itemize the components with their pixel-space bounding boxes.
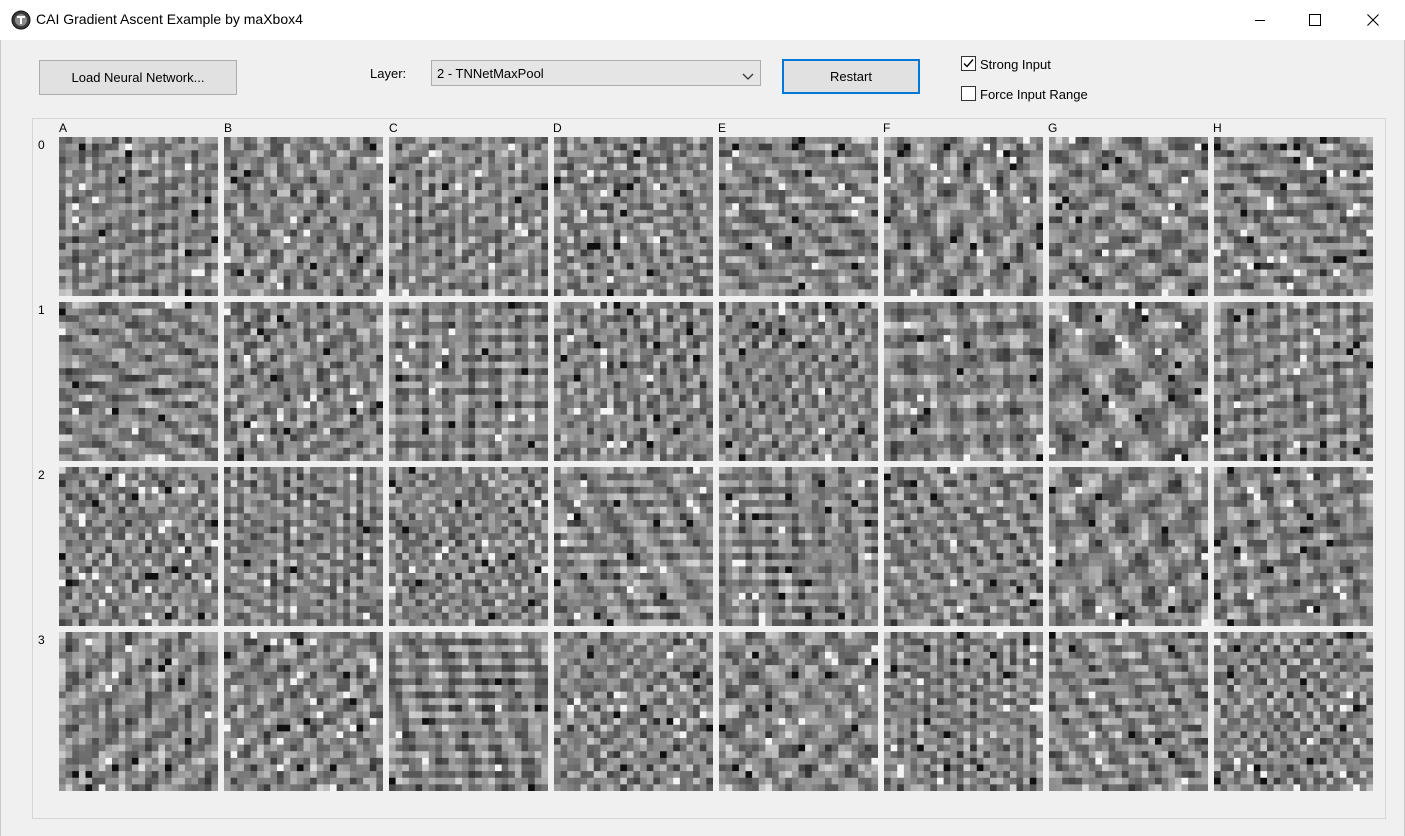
window-title: CAI Gradient Ascent Example by maXbox4 [36, 11, 303, 27]
column-label-f: F [883, 121, 891, 135]
checkmark-icon [963, 59, 974, 68]
feature-tile [224, 467, 383, 626]
feature-tile [1049, 467, 1208, 626]
feature-tile [884, 137, 1043, 296]
row-label-1: 1 [38, 303, 45, 317]
feature-tile [1214, 137, 1373, 296]
feature-tile [554, 137, 713, 296]
close-icon [1367, 14, 1379, 26]
column-label-c: C [389, 121, 398, 135]
load-button-label: Load Neural Network... [71, 70, 205, 85]
feature-tile [884, 632, 1043, 791]
feature-tile [554, 302, 713, 461]
minimize-button[interactable] [1237, 0, 1283, 40]
row-label-3: 3 [38, 633, 45, 647]
feature-tile [1214, 302, 1373, 461]
feature-tile [1049, 632, 1208, 791]
feature-tile [389, 302, 548, 461]
feature-tile [719, 137, 878, 296]
restart-button[interactable]: Restart [782, 59, 920, 94]
feature-tile [554, 632, 713, 791]
column-label-g: G [1048, 121, 1058, 135]
column-label-d: D [553, 121, 562, 135]
feature-tile [224, 632, 383, 791]
feature-tile [719, 632, 878, 791]
feature-tile [389, 467, 548, 626]
feature-tile [1214, 467, 1373, 626]
layer-label: Layer: [370, 66, 407, 81]
feature-tile [59, 302, 218, 461]
feature-tile [389, 632, 548, 791]
column-label-h: H [1213, 121, 1222, 135]
feature-tile [719, 302, 878, 461]
strong-input-label[interactable]: Strong Input [980, 57, 1051, 72]
feature-tile [884, 467, 1043, 626]
load-neural-network-button[interactable]: Load Neural Network... [39, 60, 237, 95]
feature-tile [719, 467, 878, 626]
row-label-2: 2 [38, 468, 45, 482]
restart-button-label: Restart [830, 69, 872, 84]
column-label-a: A [59, 121, 68, 135]
feature-tile [224, 137, 383, 296]
layer-select[interactable]: 2 - TNNetMaxPool [431, 60, 761, 86]
maximize-button[interactable] [1292, 0, 1338, 40]
title-bar: CAI Gradient Ascent Example by maXbox4 [0, 0, 1405, 40]
layer-select-value: 2 - TNNetMaxPool [437, 66, 544, 81]
column-label-e: E [718, 121, 727, 135]
chevron-down-icon [742, 69, 754, 84]
row-label-0: 0 [38, 138, 45, 152]
close-button[interactable] [1350, 0, 1396, 40]
feature-tile [224, 302, 383, 461]
minimize-icon [1254, 14, 1266, 26]
force-input-range-label[interactable]: Force Input Range [980, 87, 1088, 102]
app-orb-icon[interactable] [11, 10, 31, 30]
feature-tile [59, 137, 218, 296]
feature-tile [1214, 632, 1373, 791]
strong-input-checkbox[interactable] [961, 56, 976, 71]
feature-tile [1049, 137, 1208, 296]
feature-tile [884, 302, 1043, 461]
column-label-b: B [224, 121, 233, 135]
feature-tile [389, 137, 548, 296]
feature-tile [1049, 302, 1208, 461]
feature-tile [59, 632, 218, 791]
force-input-range-checkbox[interactable] [961, 86, 976, 101]
maximize-icon [1309, 14, 1321, 26]
feature-tile [554, 467, 713, 626]
feature-tile [59, 467, 218, 626]
